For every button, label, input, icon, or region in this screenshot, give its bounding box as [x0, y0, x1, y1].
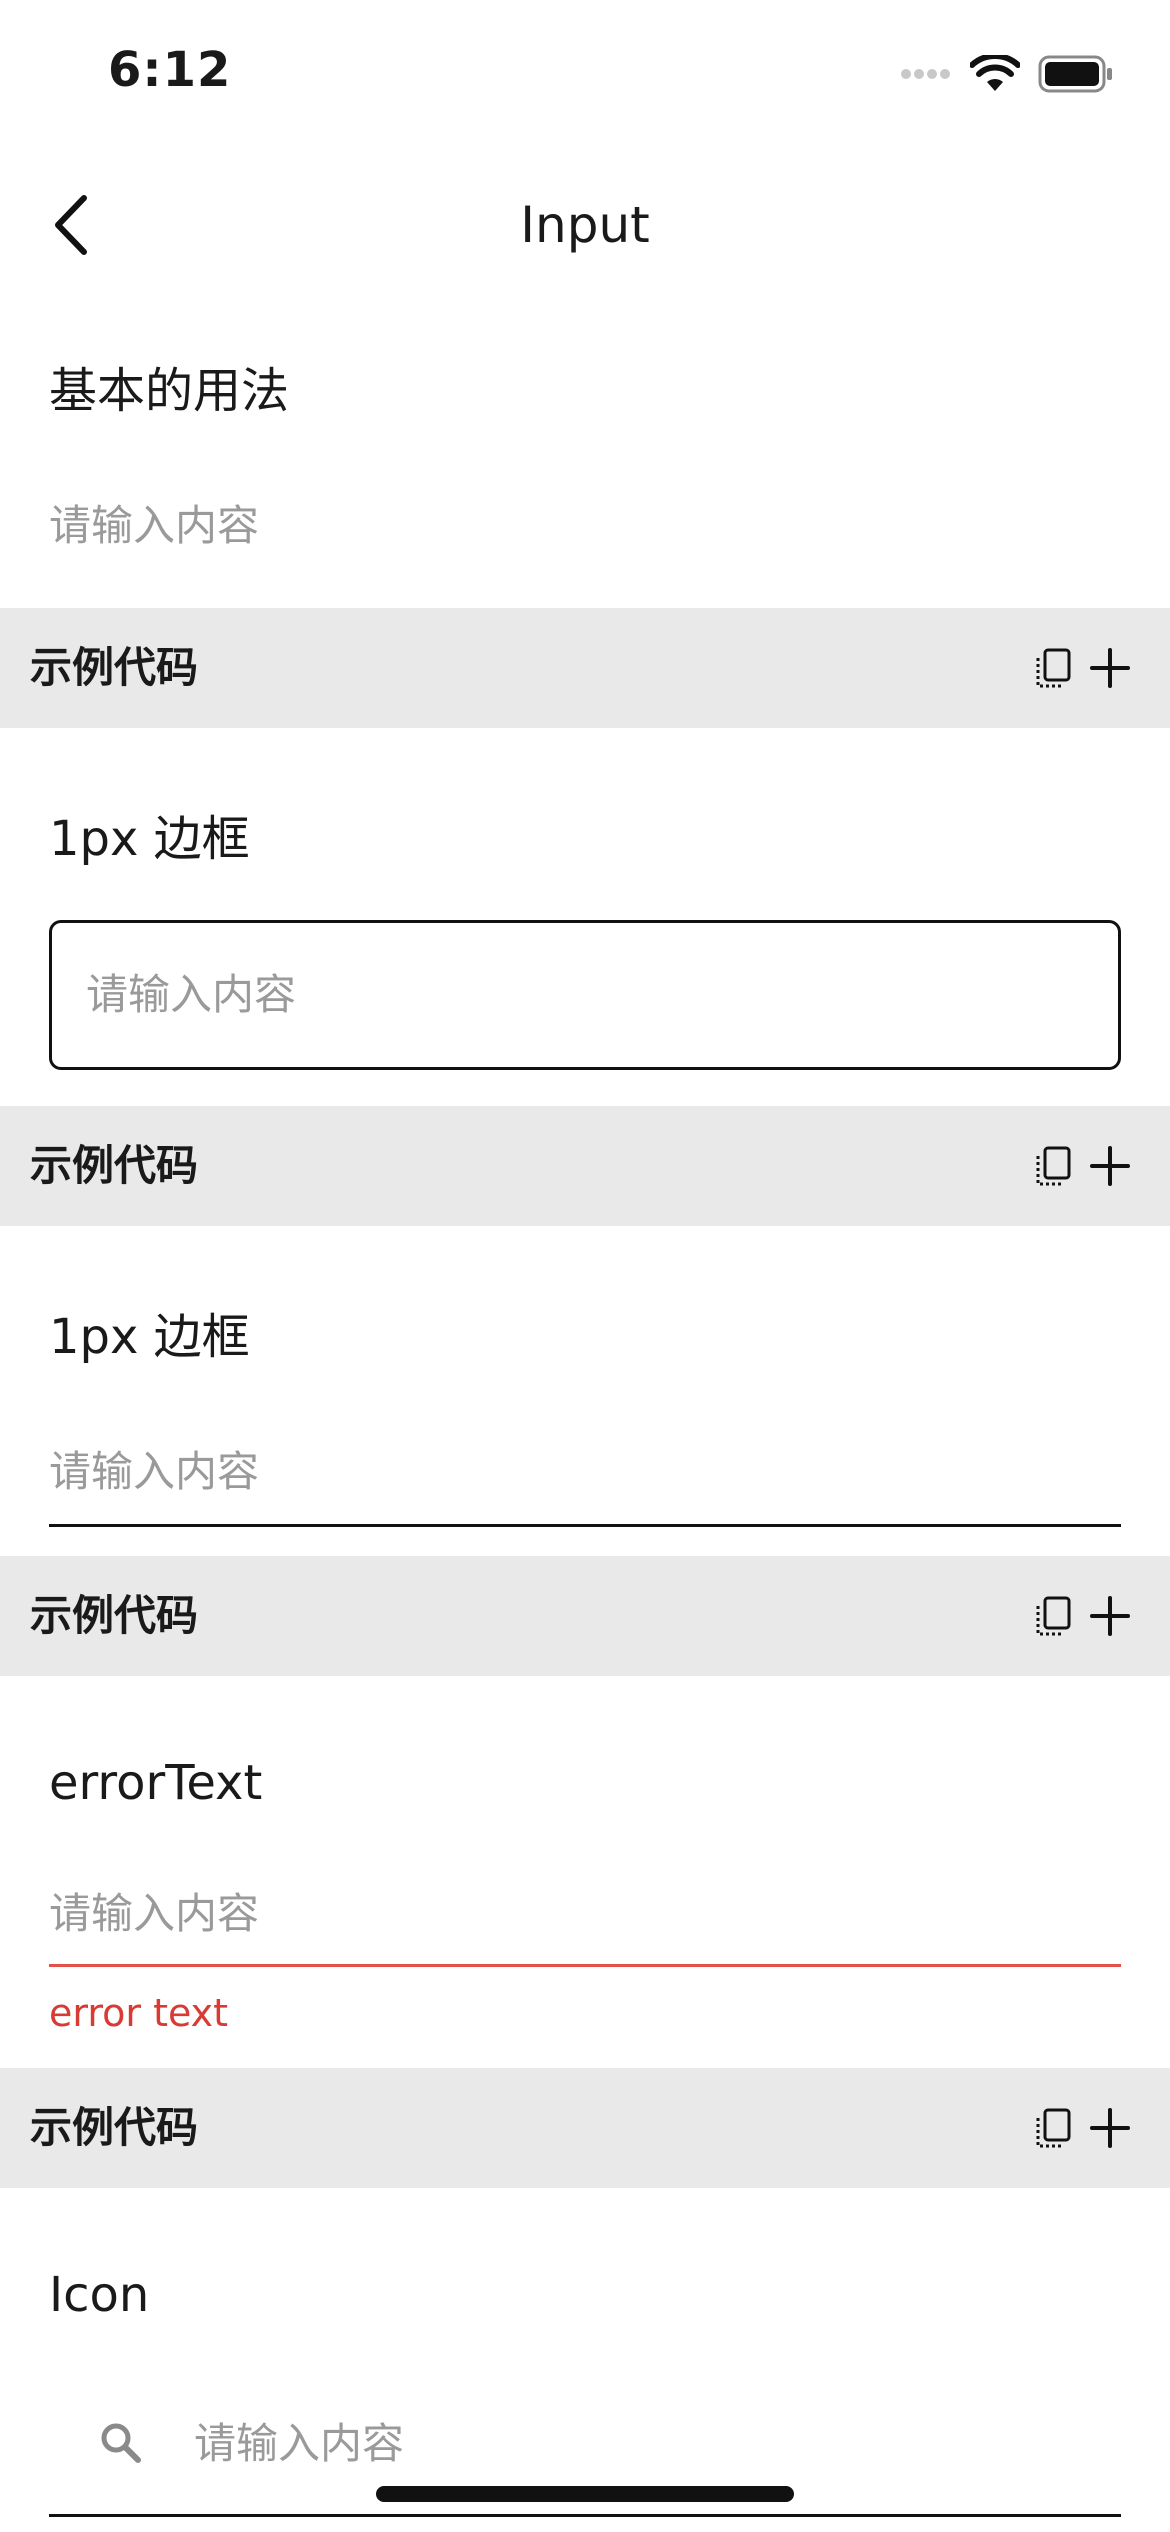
plus-icon[interactable] [1088, 646, 1132, 690]
underline-input[interactable]: 请输入内容 [49, 1442, 1121, 1502]
status-time: 6:12 [108, 42, 232, 98]
plus-icon[interactable] [1088, 1144, 1132, 1188]
plus-icon[interactable] [1088, 1594, 1132, 1638]
error-input[interactable]: 请输入内容 [49, 1884, 1121, 1944]
copy-icon[interactable] [1032, 1594, 1076, 1638]
page-title: Input [520, 196, 650, 254]
section-title: 基本的用法 [49, 363, 290, 419]
copy-icon[interactable] [1032, 646, 1076, 690]
code-bar: 示例代码 [0, 1106, 1170, 1226]
search-icon [101, 2423, 141, 2463]
code-bar: 示例代码 [0, 608, 1170, 728]
code-bar: 示例代码 [0, 1556, 1170, 1676]
code-bar: 示例代码 [0, 2068, 1170, 2188]
input-underline-error [49, 1964, 1121, 1967]
icon-input[interactable]: 请输入内容 [194, 2414, 1121, 2474]
copy-icon[interactable] [1032, 1144, 1076, 1188]
input-placeholder: 请输入内容 [86, 970, 297, 1019]
code-label: 示例代码 [30, 1141, 199, 1190]
copy-icon[interactable] [1032, 2106, 1076, 2150]
error-message: error text [49, 1991, 229, 2035]
code-label: 示例代码 [30, 643, 199, 692]
section-title: 1px 边框 [49, 811, 250, 867]
section-title: 1px 边框 [49, 1309, 250, 1365]
code-label: 示例代码 [30, 2103, 199, 2152]
bordered-input[interactable]: 请输入内容 [49, 920, 1121, 1070]
plus-icon[interactable] [1088, 2106, 1132, 2150]
code-label: 示例代码 [30, 1591, 199, 1640]
status-icons [900, 54, 1114, 94]
input-underline [49, 1524, 1121, 1527]
cellular-signal-icon [901, 69, 950, 79]
basic-input[interactable]: 请输入内容 [49, 496, 1121, 556]
battery-icon [1038, 55, 1112, 93]
input-underline [49, 2514, 1121, 2517]
section-title: errorText [49, 1755, 263, 1811]
home-indicator [376, 2486, 794, 2502]
wifi-icon [970, 55, 1020, 91]
section-title: Icon [49, 2267, 150, 2323]
